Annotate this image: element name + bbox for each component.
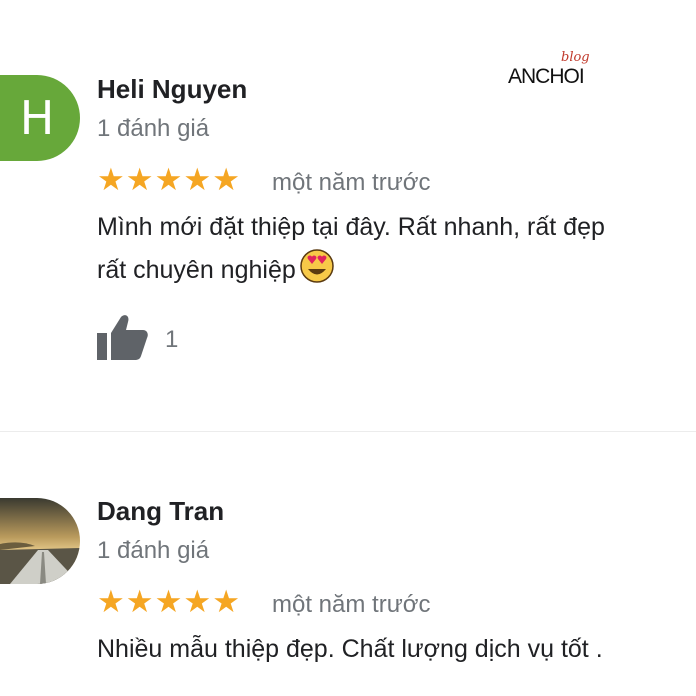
star-icon: ★ <box>97 584 125 620</box>
review-text: rất chuyên nghiệp <box>97 256 296 284</box>
heart-eyes-emoji-icon <box>300 249 334 294</box>
star-icon: ★ <box>212 162 240 198</box>
star-icon: ★ <box>183 584 212 620</box>
avatar-letter: H <box>19 91 55 145</box>
review-text-line: Mình mới đặt thiệp tại đây. Rất nhanh, r… <box>97 213 605 241</box>
star-icon: ★ <box>97 162 125 198</box>
reviewer-name[interactable]: Dang Tran <box>97 496 224 527</box>
review-text-line: Nhiều mẫu thiệp đẹp. Chất lượng dịch vụ … <box>97 635 603 663</box>
like-button[interactable]: 1 <box>97 313 178 366</box>
star-icon: ★ <box>212 584 240 620</box>
star-icon: ★ <box>125 584 154 620</box>
review-text-line-2: rất chuyên nghiệp <box>97 249 334 294</box>
like-count: 1 <box>165 325 179 353</box>
star-icon: ★ <box>183 162 212 198</box>
star-rating: ★ ★ ★ ★ ★ <box>97 587 240 618</box>
review-count: 1 đánh giá <box>97 537 210 564</box>
star-icon: ★ <box>154 584 183 620</box>
review-time: một năm trước <box>272 591 431 618</box>
review-time: một năm trước <box>272 169 431 196</box>
reviewer-name[interactable]: Heli Nguyen <box>97 74 247 105</box>
star-icon: ★ <box>125 162 154 198</box>
thumbs-up-icon <box>97 313 149 366</box>
star-rating: ★ ★ ★ ★ ★ <box>97 165 240 196</box>
star-icon: ★ <box>154 162 183 198</box>
review-count: 1 đánh giá <box>97 115 210 142</box>
